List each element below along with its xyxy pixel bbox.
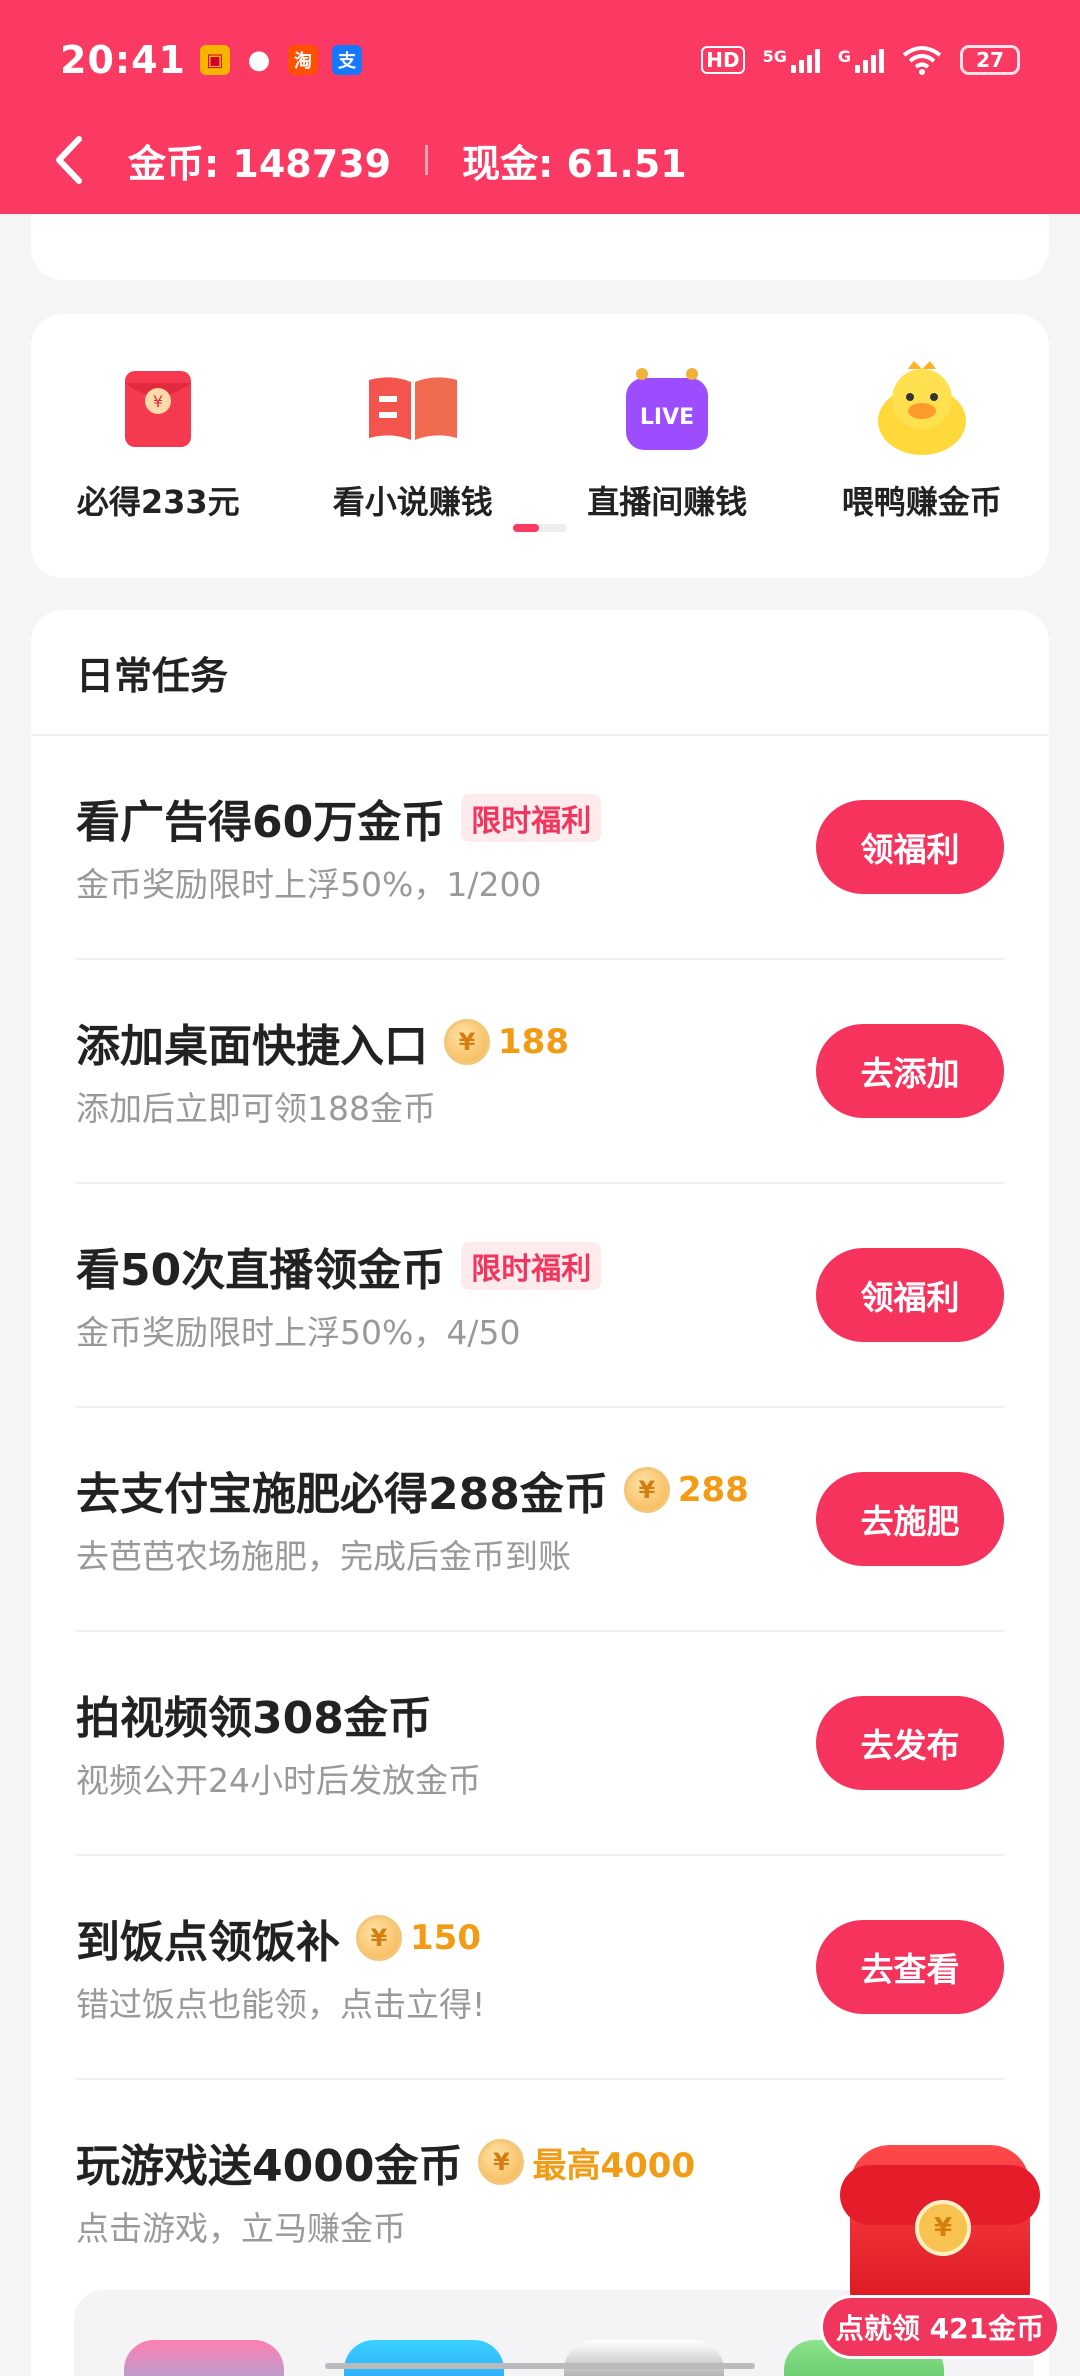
task-title: 看50次直播领金币	[76, 1245, 446, 1296]
task-title: 添加桌面快捷入口	[76, 1021, 428, 1072]
coin-amount: 最高4000	[532, 2145, 696, 2186]
task-item: 添加桌面快捷入口 ¥ 188 添加后立即可领188金币 去添加	[76, 960, 1004, 1184]
task-item: 看广告得60万金币 限时福利 金币奖励限时上浮50%，1/200 领福利	[76, 736, 1004, 960]
task-subtitle: 去芭芭农场施肥，完成后金币到账	[76, 1537, 571, 1576]
floating-reward-label: 点就领 421金币	[820, 2295, 1060, 2359]
task-title: 看广告得60万金币	[76, 797, 446, 848]
task-item: 去支付宝施肥必得288金币 ¥ 288 去芭芭农场施肥，完成后金币到账 去施肥	[76, 1408, 1004, 1632]
task-subtitle: 金币奖励限时上浮50%，1/200	[76, 865, 542, 904]
book-icon	[363, 359, 463, 459]
task-subtitle: 点击游戏，立马赚金币	[76, 2209, 406, 2248]
net-5g-label: 5G	[762, 47, 787, 66]
shortcut-label: 看小说赚钱	[332, 483, 493, 521]
task-title: 拍视频领308金币	[76, 1693, 432, 1744]
task-title: 去支付宝施肥必得288金币	[76, 1469, 608, 1520]
home-indicator	[325, 2363, 755, 2369]
coin-icon: ¥	[915, 2200, 971, 2256]
red-envelope-icon: ¥	[108, 359, 208, 459]
status-bar: 20:41 ▣ ● 淘 支 HD 5G G 27	[60, 30, 1020, 90]
fertilize-button[interactable]: 去施肥	[816, 1472, 1004, 1566]
nav-divider	[425, 145, 429, 175]
task-subtitle: 错过饭点也能领，点击立得!	[76, 1985, 486, 2024]
shortcut-duck[interactable]: 喂鸭赚金币	[812, 359, 1032, 523]
game-thumbnail[interactable]	[344, 2340, 504, 2376]
game-thumbnail[interactable]	[124, 2340, 284, 2376]
task-title: 到饭点领饭补	[76, 1917, 340, 1968]
coin-reward: ¥ 最高4000	[478, 2138, 695, 2187]
svg-text:¥: ¥	[153, 392, 163, 411]
coin-icon: ¥	[444, 1019, 490, 1065]
task-subtitle: 金币奖励限时上浮50%，4/50	[76, 1313, 521, 1352]
net-g-label: G	[837, 47, 851, 66]
coin-amount: 150	[410, 1918, 481, 1958]
photo-app-icon: ▣	[199, 45, 230, 75]
signal-5g-icon: 5G	[763, 47, 820, 73]
task-item: 看50次直播领金币 限时福利 金币奖励限时上浮50%，4/50 领福利	[76, 1184, 1004, 1408]
coin-icon: ¥	[623, 1467, 670, 1513]
view-button[interactable]: 去查看	[816, 1920, 1004, 2014]
nav-bar: 金币: 148739 现金: 61.51	[0, 120, 1080, 200]
task-item: 拍视频领308金币 视频公开24小时后发放金币 去发布	[76, 1632, 1004, 1856]
coin-icon: ¥	[356, 1915, 402, 1961]
header: 20:41 ▣ ● 淘 支 HD 5G G 27 金币: 148739 现金: …	[0, 0, 1080, 214]
shortcut-live[interactable]: LIVE 直播间赚钱	[557, 359, 777, 523]
taobao-icon: 淘	[287, 45, 318, 75]
hd-indicator: HD	[701, 46, 745, 74]
task-title: 玩游戏送4000金币	[76, 2141, 463, 2192]
add-shortcut-button[interactable]: 去添加	[816, 1024, 1004, 1118]
duck-icon	[872, 359, 972, 459]
task-item: 到饭点领饭补 ¥ 150 错过饭点也能领，点击立得! 去查看	[76, 1856, 1004, 2080]
wechat-icon: ●	[247, 45, 271, 75]
daily-tasks-card: 日常任务 看广告得60万金币 限时福利 金币奖励限时上浮50%，1/200 领福…	[31, 610, 1049, 2376]
coin-reward: ¥ 288	[623, 1467, 749, 1513]
task-subtitle: 视频公开24小时后发放金币	[76, 1761, 481, 1800]
claim-button[interactable]: 领福利	[816, 800, 1004, 894]
floating-reward[interactable]: ¥ 点就领 421金币	[820, 2145, 1060, 2375]
shortcut-label: 必得233元	[76, 483, 240, 521]
chevron-left-icon	[56, 136, 82, 184]
shortcut-label: 直播间赚钱	[587, 483, 748, 521]
claim-button[interactable]: 领福利	[816, 1248, 1004, 1342]
coin-amount: 288	[677, 1470, 749, 1510]
task-subtitle: 添加后立即可领188金币	[76, 1089, 436, 1128]
shortcut-label: 喂鸭赚金币	[841, 483, 1002, 521]
page-indicator	[513, 524, 567, 532]
limited-tag: 限时福利	[461, 1242, 602, 1290]
shortcut-card: ¥ 必得233元 看小说赚钱 LIVE 直播间赚钱 喂鸭赚金币	[31, 314, 1049, 578]
status-time: 20:41	[60, 38, 186, 82]
section-title: 日常任务	[31, 610, 1049, 736]
back-button[interactable]	[28, 120, 108, 200]
wifi-icon	[902, 46, 942, 75]
limited-tag: 限时福利	[461, 794, 602, 842]
coin-amount: 188	[498, 1022, 569, 1062]
gold-balance: 金币: 148739	[128, 141, 392, 186]
game-thumbnail[interactable]	[564, 2340, 724, 2376]
coin-reward: ¥ 150	[356, 1915, 481, 1961]
shortcut-red-envelope[interactable]: ¥ 必得233元	[48, 359, 268, 523]
shortcut-novel[interactable]: 看小说赚钱	[303, 359, 523, 523]
svg-text:LIVE: LIVE	[640, 405, 694, 430]
coin-icon: ¥	[478, 2139, 525, 2185]
publish-button[interactable]: 去发布	[816, 1696, 1004, 1790]
signal-g-icon: G	[838, 47, 884, 73]
battery-indicator: 27	[960, 45, 1020, 75]
cash-balance: 现金: 61.51	[462, 141, 687, 186]
coin-reward: ¥ 188	[444, 1019, 569, 1065]
alipay-icon: 支	[331, 45, 362, 75]
live-tv-icon: LIVE	[617, 359, 717, 459]
